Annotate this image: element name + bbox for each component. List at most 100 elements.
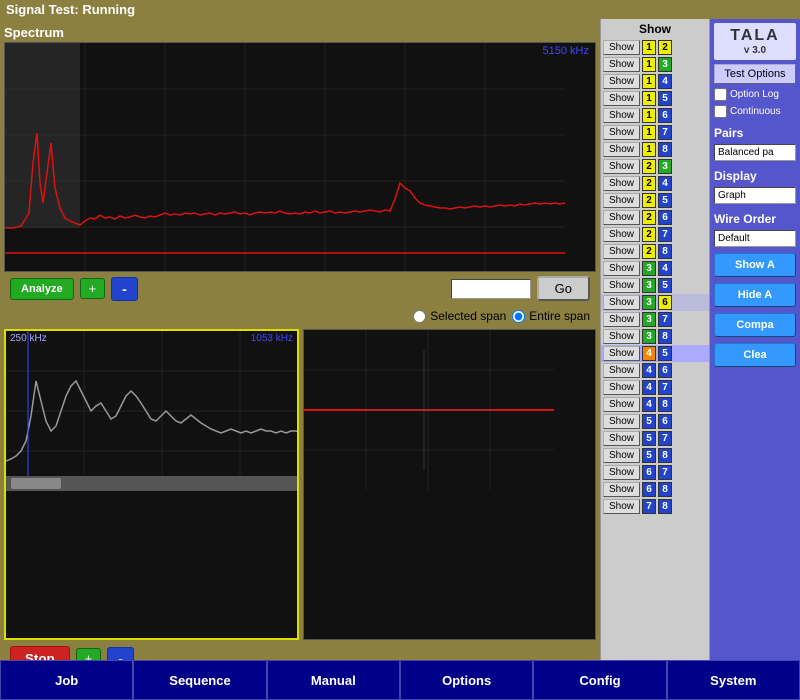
show-row[interactable]: Show47	[601, 379, 709, 396]
show-button[interactable]: Show	[603, 210, 640, 225]
plus-button-top[interactable]: +	[80, 278, 106, 299]
show-row[interactable]: Show28	[601, 243, 709, 260]
show-row[interactable]: Show36	[601, 294, 709, 311]
hide-all-button[interactable]: Hide A	[714, 283, 796, 307]
display-input[interactable]	[714, 187, 796, 204]
minus-button-top[interactable]: -	[111, 277, 138, 301]
pair-badge-2: 5	[658, 91, 672, 106]
nav-button-options[interactable]: Options	[400, 660, 533, 700]
show-button[interactable]: Show	[603, 159, 640, 174]
test-options-button[interactable]: Test Options	[714, 64, 796, 84]
show-row[interactable]: Show24	[601, 175, 709, 192]
show-button[interactable]: Show	[603, 261, 640, 276]
pair-badge-1: 3	[642, 312, 656, 327]
pair-badge-1: 2	[642, 227, 656, 242]
show-row[interactable]: Show14	[601, 73, 709, 90]
show-button[interactable]: Show	[603, 176, 640, 191]
show-button[interactable]: Show	[603, 431, 640, 446]
show-button[interactable]: Show	[603, 499, 640, 514]
show-button[interactable]: Show	[603, 91, 640, 106]
show-row[interactable]: Show68	[601, 481, 709, 498]
nav-button-job[interactable]: Job	[0, 660, 133, 700]
pair-badge-2: 3	[658, 159, 672, 174]
show-row[interactable]: Show13	[601, 56, 709, 73]
show-row[interactable]: Show48	[601, 396, 709, 413]
show-button[interactable]: Show	[603, 465, 640, 480]
pair-badge-1: 5	[642, 431, 656, 446]
pairs-input[interactable]	[714, 144, 796, 161]
show-row[interactable]: Show37	[601, 311, 709, 328]
show-row[interactable]: Show38	[601, 328, 709, 345]
pair-badge-1: 2	[642, 210, 656, 225]
nav-button-config[interactable]: Config	[533, 660, 666, 700]
show-row[interactable]: Show56	[601, 413, 709, 430]
pair-badge-2: 4	[658, 74, 672, 89]
pair-badge-1: 3	[642, 329, 656, 344]
show-button[interactable]: Show	[603, 363, 640, 378]
pair-badge-1: 1	[642, 125, 656, 140]
show-button[interactable]: Show	[603, 278, 640, 293]
show-button[interactable]: Show	[603, 57, 640, 72]
pair-badge-1: 5	[642, 414, 656, 429]
show-button[interactable]: Show	[603, 244, 640, 259]
pairs-label: Pairs	[714, 126, 796, 140]
show-button[interactable]: Show	[603, 227, 640, 242]
show-button[interactable]: Show	[603, 40, 640, 55]
go-button[interactable]: Go	[537, 276, 590, 301]
nav-button-system[interactable]: System	[667, 660, 800, 700]
selected-span-radio[interactable]: Selected span	[413, 309, 506, 323]
show-row[interactable]: Show45	[601, 345, 709, 362]
clear-button[interactable]: Clea	[714, 343, 796, 367]
show-row[interactable]: Show25	[601, 192, 709, 209]
pair-badge-2: 8	[658, 329, 672, 344]
show-row[interactable]: Show57	[601, 430, 709, 447]
entire-span-radio[interactable]: Entire span	[512, 309, 590, 323]
option-log-checkbox[interactable]	[714, 88, 727, 101]
show-button[interactable]: Show	[603, 142, 640, 157]
pair-badge-2: 6	[658, 295, 672, 310]
show-button[interactable]: Show	[603, 448, 640, 463]
show-row[interactable]: Show78	[601, 498, 709, 515]
show-button[interactable]: Show	[603, 380, 640, 395]
show-all-button[interactable]: Show A	[714, 253, 796, 277]
pair-badge-2: 8	[658, 397, 672, 412]
show-button[interactable]: Show	[603, 108, 640, 123]
show-button[interactable]: Show	[603, 74, 640, 89]
show-button[interactable]: Show	[603, 312, 640, 327]
show-row[interactable]: Show34	[601, 260, 709, 277]
right-panel: TALA v 3.0 Test Options Option Log Conti…	[710, 19, 800, 679]
wire-order-input[interactable]	[714, 230, 796, 247]
show-row[interactable]: Show16	[601, 107, 709, 124]
show-button[interactable]: Show	[603, 295, 640, 310]
pair-badge-2: 7	[658, 227, 672, 242]
continuous-checkbox[interactable]	[714, 105, 727, 118]
show-row[interactable]: Show26	[601, 209, 709, 226]
compare-button[interactable]: Compa	[714, 313, 796, 337]
show-row[interactable]: Show67	[601, 464, 709, 481]
show-row[interactable]: Show35	[601, 277, 709, 294]
show-button[interactable]: Show	[603, 125, 640, 140]
show-row[interactable]: Show12	[601, 39, 709, 56]
show-row[interactable]: Show18	[601, 141, 709, 158]
show-row[interactable]: Show23	[601, 158, 709, 175]
show-button[interactable]: Show	[603, 193, 640, 208]
pair-badge-2: 8	[658, 482, 672, 497]
analyze-button[interactable]: Analyze	[10, 278, 74, 300]
show-row[interactable]: Show46	[601, 362, 709, 379]
pair-badge-1: 3	[642, 278, 656, 293]
show-row[interactable]: Show17	[601, 124, 709, 141]
show-button[interactable]: Show	[603, 482, 640, 497]
show-row[interactable]: Show58	[601, 447, 709, 464]
show-button[interactable]: Show	[603, 346, 640, 361]
freq-input[interactable]	[451, 279, 531, 299]
app-title: Signal Test: Running	[6, 2, 135, 17]
show-button[interactable]: Show	[603, 397, 640, 412]
nav-button-sequence[interactable]: Sequence	[133, 660, 266, 700]
continuous-row: Continuous	[714, 105, 796, 118]
show-row[interactable]: Show27	[601, 226, 709, 243]
show-row[interactable]: Show15	[601, 90, 709, 107]
nav-button-manual[interactable]: Manual	[267, 660, 400, 700]
show-button[interactable]: Show	[603, 329, 640, 344]
pair-badge-1: 7	[642, 499, 656, 514]
show-button[interactable]: Show	[603, 414, 640, 429]
